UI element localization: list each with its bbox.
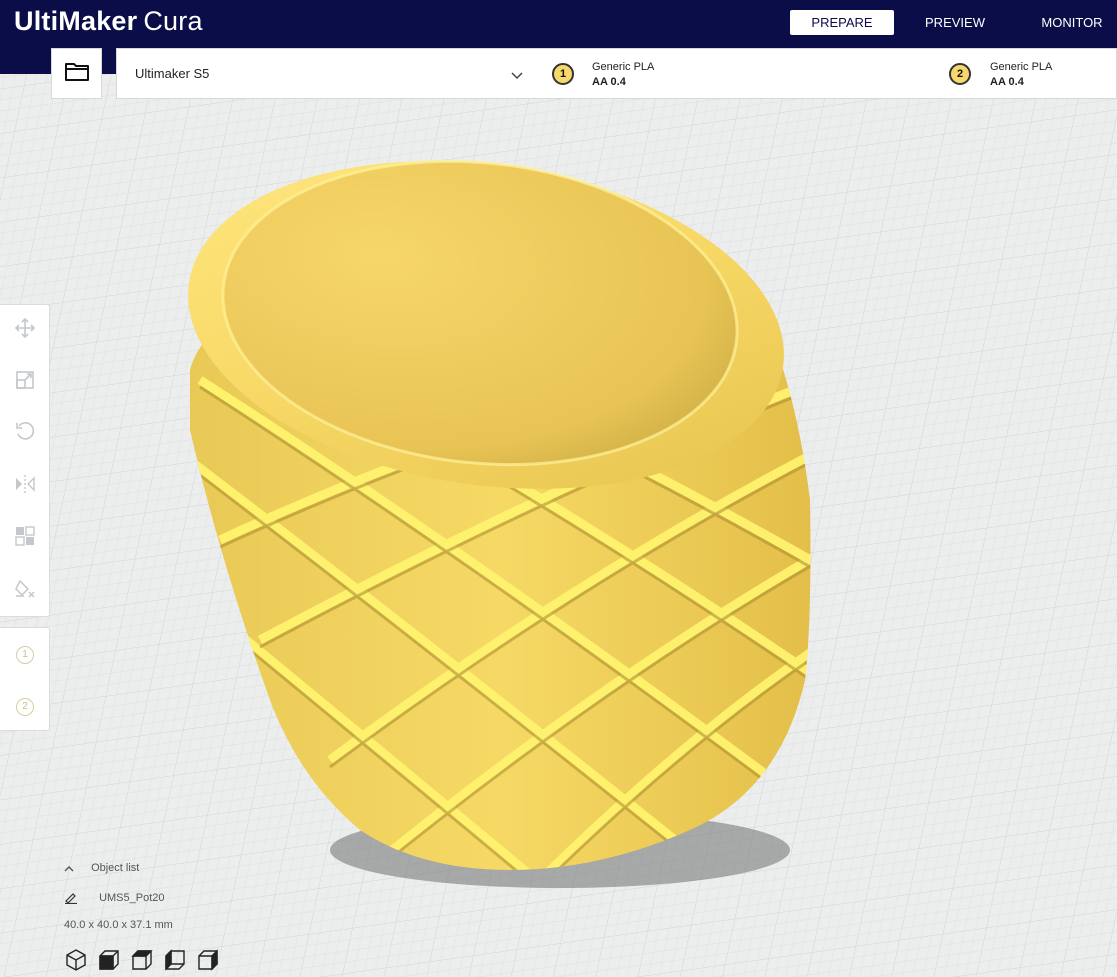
mirror-icon bbox=[13, 473, 37, 500]
transform-toolbar bbox=[0, 304, 50, 617]
object-name-row[interactable]: UMS5_Pot20 bbox=[64, 892, 165, 905]
extruder-1[interactable]: 1 Generic PLA AA 0.4 bbox=[535, 49, 935, 100]
support-blocker-tool[interactable] bbox=[0, 570, 50, 610]
tab-monitor[interactable]: MONITOR bbox=[1030, 10, 1114, 35]
scale-tool[interactable] bbox=[0, 362, 50, 402]
extruder-1-badge: 1 bbox=[552, 63, 574, 85]
extruder-1-nozzle: AA 0.4 bbox=[592, 76, 626, 88]
move-tool[interactable] bbox=[0, 310, 50, 350]
tab-prepare[interactable]: PREPARE bbox=[790, 10, 894, 35]
view-right-button[interactable] bbox=[196, 948, 220, 972]
extruder-toolbar: 1 2 bbox=[0, 627, 50, 731]
app-logo: UltiMaker Cura bbox=[14, 6, 203, 37]
machine-selector[interactable]: Ultimaker S5 bbox=[116, 48, 536, 99]
view-top-button[interactable] bbox=[130, 948, 154, 972]
scale-icon bbox=[14, 369, 36, 396]
open-file-button[interactable] bbox=[51, 48, 102, 99]
top-view-icon bbox=[130, 950, 154, 976]
extruder-2-nozzle: AA 0.4 bbox=[990, 76, 1024, 88]
object-name: UMS5_Pot20 bbox=[99, 892, 165, 904]
3d-viewport[interactable] bbox=[0, 0, 1117, 977]
machine-name: Ultimaker S5 bbox=[135, 66, 210, 81]
extruder-2-material: Generic PLA bbox=[990, 61, 1053, 73]
object-list-toggle[interactable]: Object list bbox=[64, 862, 139, 874]
extruder-tool-2-label: 2 bbox=[16, 698, 34, 716]
chevron-up-icon bbox=[64, 862, 77, 874]
extruder-2-badge: 2 bbox=[949, 63, 971, 85]
view-3d-button[interactable] bbox=[64, 948, 88, 972]
folder-icon bbox=[64, 60, 90, 87]
left-view-icon bbox=[163, 949, 187, 976]
support-blocker-icon bbox=[14, 577, 36, 604]
object-list-label: Object list bbox=[91, 862, 140, 874]
extruder-tool-1[interactable]: 1 bbox=[0, 635, 50, 675]
extruder-tool-1-label: 1 bbox=[16, 646, 34, 664]
brand-name: UltiMaker bbox=[14, 6, 138, 36]
rotate-tool[interactable] bbox=[0, 413, 50, 453]
extruder-1-material: Generic PLA bbox=[592, 61, 655, 73]
extruder-tool-2[interactable]: 2 bbox=[0, 687, 50, 727]
chevron-down-icon bbox=[511, 67, 523, 85]
object-dimensions: 40.0 x 40.0 x 37.1 mm bbox=[64, 919, 173, 931]
move-icon bbox=[14, 317, 36, 344]
3d-view-icon bbox=[64, 949, 88, 976]
tab-preview[interactable]: PREVIEW bbox=[915, 10, 995, 35]
top-header: UltiMaker Cura PREPARE PREVIEW MONITOR bbox=[0, 0, 1117, 48]
extruder-2[interactable]: 2 Generic PLA AA 0.4 bbox=[935, 49, 1117, 100]
rotate-icon bbox=[14, 420, 36, 447]
extruder-configuration[interactable]: 1 Generic PLA AA 0.4 2 Generic PLA AA 0.… bbox=[535, 48, 1117, 99]
view-left-button[interactable] bbox=[163, 948, 187, 972]
right-view-icon bbox=[196, 949, 220, 976]
per-model-settings-icon bbox=[14, 525, 36, 552]
pencil-icon bbox=[64, 892, 81, 905]
view-front-button[interactable] bbox=[97, 948, 121, 972]
front-view-icon bbox=[97, 950, 121, 976]
per-model-settings-tool[interactable] bbox=[0, 518, 50, 558]
product-name: Cura bbox=[143, 6, 203, 36]
mirror-tool[interactable] bbox=[0, 466, 50, 506]
